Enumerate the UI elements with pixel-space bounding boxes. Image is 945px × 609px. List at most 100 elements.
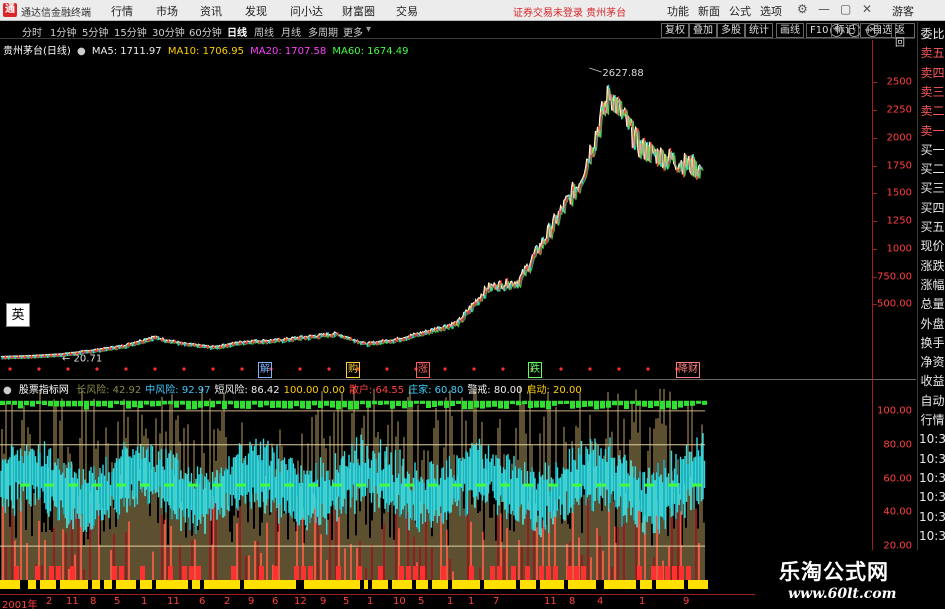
menu-market[interactable]: 市场	[156, 3, 178, 19]
period-monthly[interactable]: 月线	[281, 24, 301, 39]
warning-block	[648, 400, 653, 408]
login-notice[interactable]: 证券交易未登录 贵州茅台	[513, 4, 626, 19]
quote-tab[interactable]: 总量	[919, 294, 945, 314]
period-1min[interactable]: 1分钟	[50, 24, 76, 39]
start-signal-block	[156, 580, 160, 589]
quote-tab[interactable]: 涨跌	[919, 256, 945, 276]
settings-icon[interactable]: ●	[3, 385, 12, 396]
date-tick: 1	[468, 596, 475, 607]
f10-button[interactable]: F10	[806, 23, 833, 38]
quote-tab[interactable]: 卖四	[919, 63, 945, 83]
period-multi[interactable]: 多周期	[308, 24, 338, 39]
quote-tab[interactable]: 净资	[919, 352, 945, 372]
event-marker[interactable]: 降财	[676, 362, 700, 378]
quote-tab[interactable]: 买二	[919, 159, 945, 179]
start-signal-block	[316, 580, 320, 589]
start-signal-block	[76, 580, 80, 589]
start-signal-block	[584, 580, 588, 589]
start-signal-block	[196, 580, 200, 589]
quote-tab[interactable]: 10:31	[919, 429, 945, 449]
menu-news[interactable]: 资讯	[200, 3, 222, 19]
quote-tab[interactable]: 现价	[919, 236, 945, 256]
quote-tab[interactable]: 10:31	[919, 468, 945, 488]
event-marker[interactable]: 解	[258, 362, 272, 378]
quote-tab[interactable]: 卖三	[919, 82, 945, 102]
quote-tab[interactable]: 买四	[919, 198, 945, 218]
menu-wealth-circle[interactable]: 财富圈	[342, 3, 375, 19]
event-marker[interactable]: 涨	[416, 362, 430, 378]
minimize-icon[interactable]: —	[818, 2, 830, 16]
period-intraday[interactable]: 分时	[22, 24, 42, 39]
menu-new-layout[interactable]: 新面	[698, 3, 720, 19]
start-signal-block	[120, 580, 124, 589]
bottom-red-block	[35, 566, 40, 580]
quote-tab[interactable]: 买五	[919, 217, 945, 237]
period-weekly[interactable]: 周线	[254, 24, 274, 39]
quote-tab[interactable]: 10:31	[919, 507, 945, 527]
candle-mark	[102, 347, 104, 352]
signal-mark	[140, 483, 150, 487]
period-60min[interactable]: 60分钟	[189, 24, 222, 39]
guest-login[interactable]: 游客	[892, 3, 914, 19]
quote-tab[interactable]: 收益	[919, 371, 945, 391]
remove-icon[interactable]: ×	[866, 24, 879, 37]
quote-tab[interactable]: 卖一	[919, 121, 945, 141]
menu-formula[interactable]: 公式	[729, 3, 751, 19]
period-more[interactable]: 更多	[343, 24, 363, 39]
quote-tab[interactable]: 外盘	[919, 314, 945, 334]
quote-tab[interactable]: 涨幅	[919, 275, 945, 295]
indicator-name[interactable]: 股票指标网	[19, 385, 69, 396]
period-30min[interactable]: 30分钟	[152, 24, 185, 39]
quote-tab[interactable]: 自动	[919, 391, 945, 411]
overlay-button[interactable]: 叠加	[689, 23, 717, 38]
menu-discover[interactable]: 发现	[245, 3, 267, 19]
adjust-button[interactable]: 复权	[661, 23, 689, 38]
close-icon[interactable]: ✕	[862, 2, 872, 16]
candle-mark	[438, 326, 440, 331]
warning-block	[6, 400, 11, 405]
chart-title[interactable]: 贵州茅台(日线)	[3, 46, 71, 57]
quote-tab[interactable]: 行情	[919, 410, 945, 430]
quote-tab[interactable]: 卖五	[919, 43, 945, 63]
candle-mark	[252, 339, 254, 344]
signal-mark	[476, 483, 486, 487]
menu-market-quotes[interactable]: 行情	[111, 3, 133, 19]
period-5min[interactable]: 5分钟	[82, 24, 108, 39]
statistics-button[interactable]: 统计	[745, 23, 773, 38]
maximize-icon[interactable]: ▢	[840, 2, 851, 16]
candle-mark	[546, 239, 548, 244]
warning-block	[318, 400, 323, 408]
quote-tab[interactable]: 买一	[919, 140, 945, 160]
gear-icon[interactable]: ⚙	[797, 2, 808, 16]
settings-icon[interactable]: ●	[77, 46, 86, 57]
event-marker[interactable]: 跌	[528, 362, 542, 378]
candle-mark	[683, 173, 685, 178]
multi-stock-button[interactable]: 多股	[717, 23, 745, 38]
chevron-down-icon[interactable]: ▾	[366, 24, 371, 35]
candle-mark	[503, 287, 505, 292]
menu-options[interactable]: 选项	[760, 3, 782, 19]
back-button[interactable]: 返回	[891, 23, 915, 49]
warning-block	[528, 400, 533, 409]
period-15min[interactable]: 15分钟	[114, 24, 147, 39]
date-tick: 12	[294, 596, 307, 607]
menu-ask-xiaoda[interactable]: 问小达	[290, 3, 323, 19]
quote-tab[interactable]: 买三	[919, 178, 945, 198]
start-signal-block	[468, 580, 472, 589]
quote-tab[interactable]: 委比	[919, 24, 945, 44]
bottom-red-block	[399, 566, 404, 580]
quote-tab[interactable]: 10:31	[919, 526, 945, 546]
event-marker[interactable]: 购	[346, 362, 360, 378]
quote-tab[interactable]: 10:31	[919, 449, 945, 469]
draw-line-button[interactable]: 画线	[776, 23, 804, 38]
menu-trade[interactable]: 交易	[396, 3, 418, 19]
ime-indicator[interactable]: 英	[6, 303, 30, 327]
quote-tab[interactable]: 10:31	[919, 487, 945, 507]
quote-tab[interactable]: 换手	[919, 333, 945, 353]
period-daily[interactable]: 日线	[227, 24, 247, 39]
price-chart-panel[interactable]: 2627.88 ← 20.71 贵州茅台(日线) ● MA5: 1711.97 M…	[0, 40, 916, 379]
quote-tab[interactable]: 卖二	[919, 101, 945, 121]
start-signal-block	[376, 580, 380, 589]
start-signal-block	[264, 580, 268, 589]
menu-function[interactable]: 功能	[667, 3, 689, 19]
